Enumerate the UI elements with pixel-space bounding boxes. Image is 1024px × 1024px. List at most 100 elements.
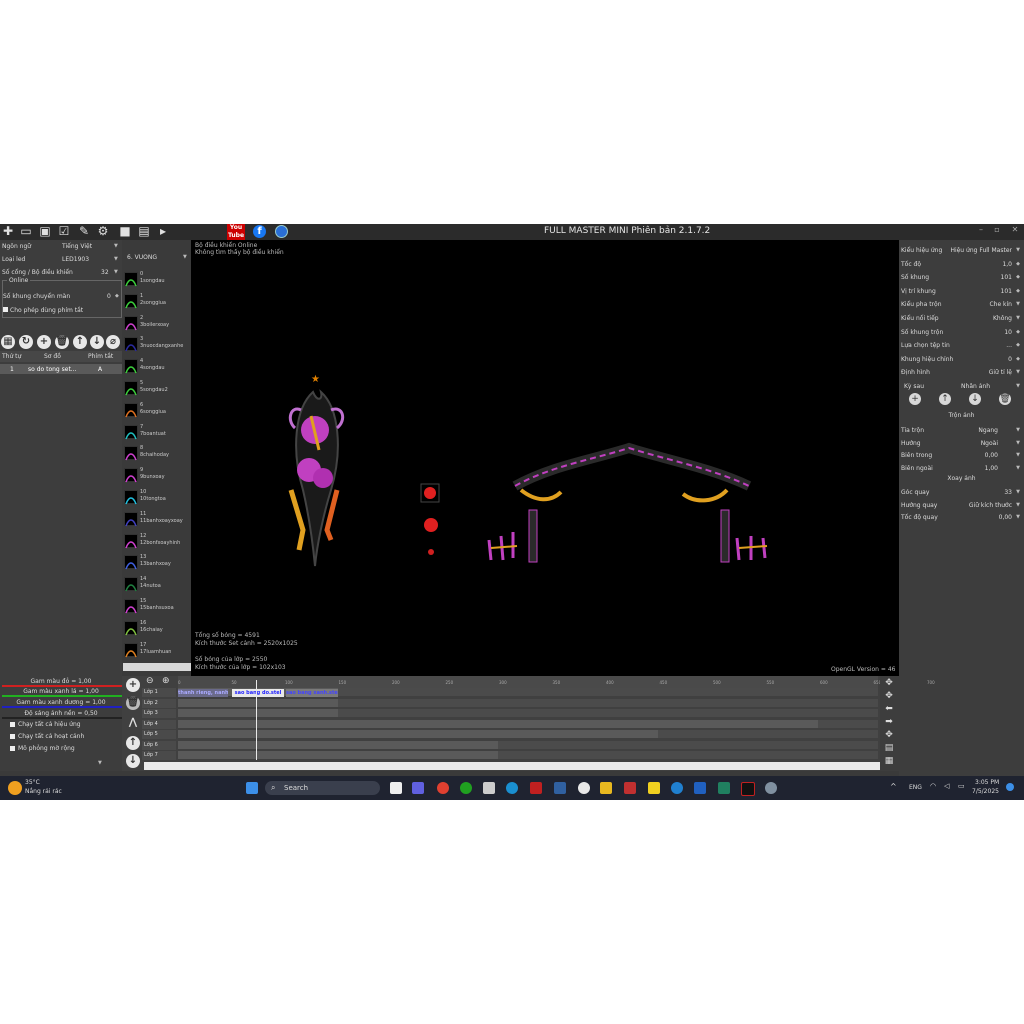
effects-scrollbar[interactable] bbox=[123, 663, 191, 671]
property-row[interactable]: Định hình Giữ tỉ lệ ▼ bbox=[899, 366, 1024, 378]
video-icon[interactable]: ■ bbox=[118, 224, 132, 238]
move-icon[interactable]: ✥ bbox=[884, 691, 894, 701]
layer-row[interactable]: Lớp 4 bbox=[142, 719, 176, 729]
export-icon[interactable]: ▤ bbox=[137, 224, 151, 238]
zoom-out-icon[interactable]: ⊖ bbox=[146, 676, 154, 686]
list-item[interactable]: 0 1songdau bbox=[124, 270, 190, 292]
windows-start-icon[interactable] bbox=[246, 782, 258, 794]
layer-track-active[interactable] bbox=[178, 740, 498, 749]
grid-icon[interactable]: ▦ bbox=[1, 335, 15, 349]
play-icon[interactable]: ▸ bbox=[156, 224, 170, 238]
list-item[interactable]: 13 13banhxoay bbox=[124, 553, 190, 575]
property-row[interactable]: Kiểu hiệu ứng Hiệu ứng Full Master ▼ bbox=[899, 244, 1024, 256]
playhead[interactable] bbox=[256, 680, 257, 760]
background-brightness-slider[interactable] bbox=[2, 717, 122, 719]
list-item[interactable]: 11 11banhxoayxoay bbox=[124, 510, 190, 532]
spinner-icon[interactable]: ◆ bbox=[115, 293, 119, 299]
fit-icon[interactable]: ✥ bbox=[884, 730, 894, 740]
settings-icon[interactable] bbox=[765, 782, 777, 794]
sticky-notes-icon[interactable] bbox=[648, 782, 660, 794]
gamma-red-slider[interactable] bbox=[2, 685, 122, 687]
layer-track-active[interactable] bbox=[178, 709, 338, 717]
property-row[interactable]: Kiểu pha trộn Che kín ▼ bbox=[899, 298, 1024, 310]
list-item[interactable]: 2 3boilerxoay bbox=[124, 314, 190, 336]
messenger-icon[interactable] bbox=[578, 782, 590, 794]
close-button[interactable]: ✕ bbox=[1009, 225, 1021, 234]
ky-sau-row[interactable]: Kỳ sau Nhân ảnh ▼ bbox=[899, 380, 1024, 392]
chrome-icon[interactable] bbox=[437, 782, 449, 794]
save-icon[interactable]: ▣ bbox=[38, 224, 52, 238]
property-row[interactable]: Vị trí khung 101 ◆ bbox=[899, 285, 1024, 297]
property-row[interactable]: Tốc độ quay 0,00 ▼ bbox=[899, 511, 1024, 523]
minimize-button[interactable]: – bbox=[975, 225, 987, 234]
notification-icon[interactable] bbox=[1006, 783, 1014, 791]
list-item[interactable]: 7 7boantuat bbox=[124, 423, 190, 445]
check-file-icon[interactable]: ☑ bbox=[57, 224, 71, 238]
list-item[interactable]: 14 14nutoa bbox=[124, 575, 190, 597]
refresh-icon[interactable]: ↻ bbox=[19, 335, 33, 349]
list-item[interactable]: 5 5songdau2 bbox=[124, 379, 190, 401]
list-item[interactable]: 17 17luamhuan bbox=[124, 641, 190, 663]
table-row[interactable]: 1 so do tong set... A bbox=[0, 364, 122, 374]
app-icon[interactable] bbox=[554, 782, 566, 794]
delete-icon[interactable]: ▦ bbox=[884, 756, 894, 766]
move-up-icon[interactable]: ↑ bbox=[73, 335, 87, 349]
clock-time[interactable]: 3:05 PM bbox=[975, 779, 999, 786]
arrow-left-icon[interactable]: ⬅ bbox=[884, 704, 894, 714]
run-all-effects-checkbox[interactable]: Chạy tất cả hiệu ứng bbox=[10, 721, 81, 728]
gamma-green-slider[interactable] bbox=[2, 695, 122, 697]
timeline-clip[interactable]: sao bang do.stel bbox=[232, 689, 284, 697]
list-item[interactable]: 12 12bonfxoayhinh bbox=[124, 532, 190, 554]
timeline-clip[interactable]: thanh rieng, nanh thu bbox=[178, 689, 228, 697]
property-row[interactable]: Tia trộn Ngang ▼ bbox=[899, 424, 1024, 436]
chevron-up-icon[interactable]: ^ bbox=[890, 782, 897, 791]
layer-row[interactable]: Lớp 3 bbox=[142, 709, 176, 718]
property-row[interactable]: Số khung trộn 10 ◆ bbox=[899, 326, 1024, 338]
property-row[interactable]: Hướng Ngoài ▼ bbox=[899, 437, 1024, 449]
full-master-icon[interactable] bbox=[624, 782, 636, 794]
timeline-ruler[interactable]: 0 50 100 150 200 250 300 350 400 450 500 550 600 650 7… bbox=[178, 676, 935, 688]
phim-tat-checkbox[interactable]: Cho phép dùng phím tắt bbox=[3, 307, 83, 314]
list-item[interactable]: 8 8chaihoday bbox=[124, 444, 190, 466]
property-row[interactable]: Kiểu nối tiếp Không ▼ bbox=[899, 312, 1024, 324]
mail-icon[interactable] bbox=[718, 782, 730, 794]
list-item[interactable]: 10 10tongtoa bbox=[124, 488, 190, 510]
teams-icon[interactable] bbox=[412, 782, 424, 794]
dropdown-icon[interactable]: ▼ bbox=[183, 254, 187, 260]
layer-row[interactable]: Lớp 1 bbox=[142, 688, 176, 697]
add-layer-icon[interactable]: + bbox=[126, 678, 140, 692]
property-row[interactable]: Lựa chọn tệp tin... ◆ bbox=[899, 339, 1024, 351]
weather-icon[interactable] bbox=[8, 781, 22, 795]
xbox-icon[interactable] bbox=[460, 782, 472, 794]
open-folder-icon[interactable]: ▭ bbox=[19, 224, 33, 238]
layer-track-active[interactable] bbox=[178, 730, 658, 738]
layer-row[interactable]: Lớp 2 bbox=[142, 698, 176, 708]
attach-icon[interactable]: ⌀ bbox=[106, 335, 120, 349]
property-row[interactable]: Biên trong 0,00 ▼ bbox=[899, 449, 1024, 461]
gamma-blue-slider[interactable] bbox=[2, 706, 122, 708]
search-box[interactable]: ⌕ Search bbox=[265, 781, 380, 795]
property-row[interactable]: Tốc độ 1,0 ◆ bbox=[899, 258, 1024, 270]
list-item[interactable]: 15 15banhsuxoa bbox=[124, 597, 190, 619]
chuyen-man-value[interactable]: 0 bbox=[107, 293, 111, 300]
move-up-icon[interactable]: ↑ bbox=[939, 393, 951, 405]
add-icon[interactable]: + bbox=[37, 335, 51, 349]
app-icon[interactable] bbox=[530, 782, 542, 794]
language-indicator[interactable]: ENG bbox=[909, 784, 922, 791]
list-item[interactable]: 1 2songgiua bbox=[124, 292, 190, 314]
property-row[interactable]: Số khung 101 ◆ bbox=[899, 271, 1024, 283]
layer-row[interactable]: Lớp 7 bbox=[142, 751, 176, 760]
effects-group-label[interactable]: 6. VUONG bbox=[127, 254, 157, 261]
list-item[interactable]: 3 3nuocdangxanhe bbox=[124, 335, 190, 357]
dropdown-icon[interactable]: ▼ bbox=[98, 760, 102, 766]
task-view-icon[interactable] bbox=[390, 782, 402, 794]
app-icon[interactable] bbox=[741, 782, 755, 796]
move-layer-up-icon[interactable]: ↑ bbox=[126, 736, 140, 750]
layer-track-active[interactable] bbox=[178, 698, 338, 707]
delete-layer-icon[interactable]: 🗑 bbox=[126, 696, 140, 710]
align-icon[interactable]: ▤ bbox=[884, 743, 894, 753]
zoom-in-icon[interactable]: ⊕ bbox=[162, 676, 170, 686]
run-all-scenes-checkbox[interactable]: Chạy tất cả hoạt cảnh bbox=[10, 733, 84, 740]
delete-icon[interactable]: 🗑 bbox=[55, 335, 69, 349]
maximize-button[interactable]: ▫ bbox=[991, 225, 1003, 234]
